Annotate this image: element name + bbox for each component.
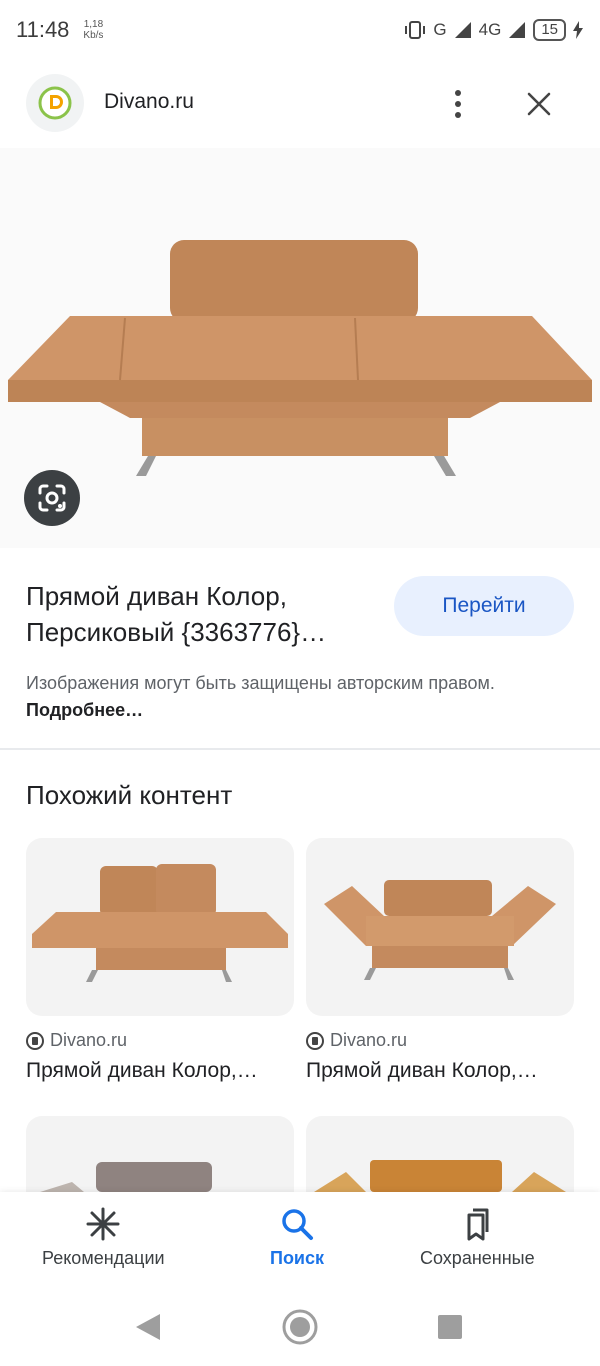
search-icon — [282, 1209, 314, 1240]
close-button[interactable] — [520, 84, 558, 124]
divider — [0, 748, 600, 750]
signal-icon — [454, 22, 471, 38]
similar-card[interactable] — [26, 1116, 294, 1192]
similar-card[interactable]: Divano.ru Прямой диван Колор,… — [26, 838, 294, 1083]
similar-section-title: Похожий контент — [26, 780, 233, 810]
status-right: G 4G 15 — [403, 19, 584, 41]
result-title-line2: Персиковый {3363776}… — [26, 617, 327, 647]
copyright-notice: Изображения могут быть защищены авторски… — [26, 670, 566, 724]
home-icon[interactable] — [281, 1308, 319, 1346]
network-speed-value: 1,18 — [83, 19, 104, 30]
system-navigation-bar — [0, 1292, 600, 1366]
nav-item-saved[interactable]: Сохраненные — [420, 1206, 535, 1269]
site-favicon — [26, 74, 84, 132]
nav-item-label: Поиск — [270, 1248, 325, 1268]
charging-icon — [573, 21, 583, 39]
sofa-thumbnail — [32, 864, 288, 982]
similar-card-source: Divano.ru — [306, 1030, 574, 1051]
goto-button[interactable]: Перейти — [394, 576, 574, 636]
similar-card-image[interactable] — [306, 1116, 574, 1192]
copyright-text: Изображения могут быть защищены авторски… — [26, 673, 495, 693]
asterisk-icon — [86, 1207, 120, 1241]
similar-card-image[interactable] — [26, 1116, 294, 1192]
close-icon — [527, 92, 551, 116]
more-vert-icon — [455, 90, 461, 118]
network-4g-label: 4G — [478, 20, 502, 39]
nav-item-label: Сохраненные — [420, 1248, 535, 1268]
similar-card[interactable] — [306, 1116, 574, 1192]
more-options-button[interactable] — [442, 84, 474, 124]
nav-item-search[interactable]: Поиск — [270, 1206, 324, 1269]
divano-favicon-icon — [306, 1031, 324, 1050]
result-title[interactable]: Прямой диван Колор, Персиковый {3363776}… — [26, 578, 376, 650]
google-lens-icon — [38, 484, 66, 512]
status-bar: 11:48 1,18 Kb/s G 4G 15 — [0, 0, 600, 60]
result-image[interactable] — [0, 148, 600, 548]
similar-card-image[interactable] — [306, 838, 574, 1016]
network-speed-unit: Kb/s — [83, 30, 104, 41]
clock: 11:48 — [16, 17, 70, 42]
bookmarks-icon — [467, 1208, 489, 1241]
similar-card-source-name: Divano.ru — [50, 1030, 128, 1050]
sofa-illustration — [8, 240, 592, 476]
similar-card-image[interactable] — [26, 838, 294, 1016]
bottom-navigation: Рекомендации Поиск Сохраненные — [0, 1192, 600, 1292]
divano-favicon-icon — [26, 1031, 44, 1050]
sofa-thumbnail — [40, 1162, 212, 1192]
nav-item-label: Рекомендации — [42, 1248, 165, 1268]
signal-icon-2 — [509, 22, 526, 38]
recents-icon[interactable] — [437, 1314, 463, 1340]
network-g-label: G — [433, 20, 447, 39]
sofa-thumbnail — [314, 1160, 566, 1192]
learn-more-link[interactable]: Подробнее… — [26, 700, 143, 720]
site-name: Divano.ru — [104, 90, 194, 113]
vibrate-icon — [405, 21, 426, 39]
similar-card-title[interactable]: Прямой диван Колор,… — [306, 1059, 574, 1083]
lens-button[interactable] — [24, 470, 80, 526]
similar-card[interactable]: Divano.ru Прямой диван Колор,… — [306, 838, 574, 1083]
similar-card-title[interactable]: Прямой диван Колор,… — [26, 1059, 294, 1083]
result-header: Divano.ru — [0, 72, 600, 136]
sofa-thumbnail — [324, 880, 556, 980]
result-title-line1: Прямой диван Колор, — [26, 581, 287, 611]
network-speed: 1,18 Kb/s — [83, 19, 103, 41]
similar-card-source-name: Divano.ru — [330, 1030, 408, 1050]
divano-logo-icon — [38, 86, 72, 120]
status-left: 11:48 1,18 Kb/s — [16, 17, 103, 43]
similar-card-source: Divano.ru — [26, 1030, 294, 1051]
battery-indicator: 15 — [533, 19, 566, 41]
nav-item-recommendations[interactable]: Рекомендации — [42, 1206, 165, 1269]
back-icon[interactable] — [134, 1312, 162, 1342]
